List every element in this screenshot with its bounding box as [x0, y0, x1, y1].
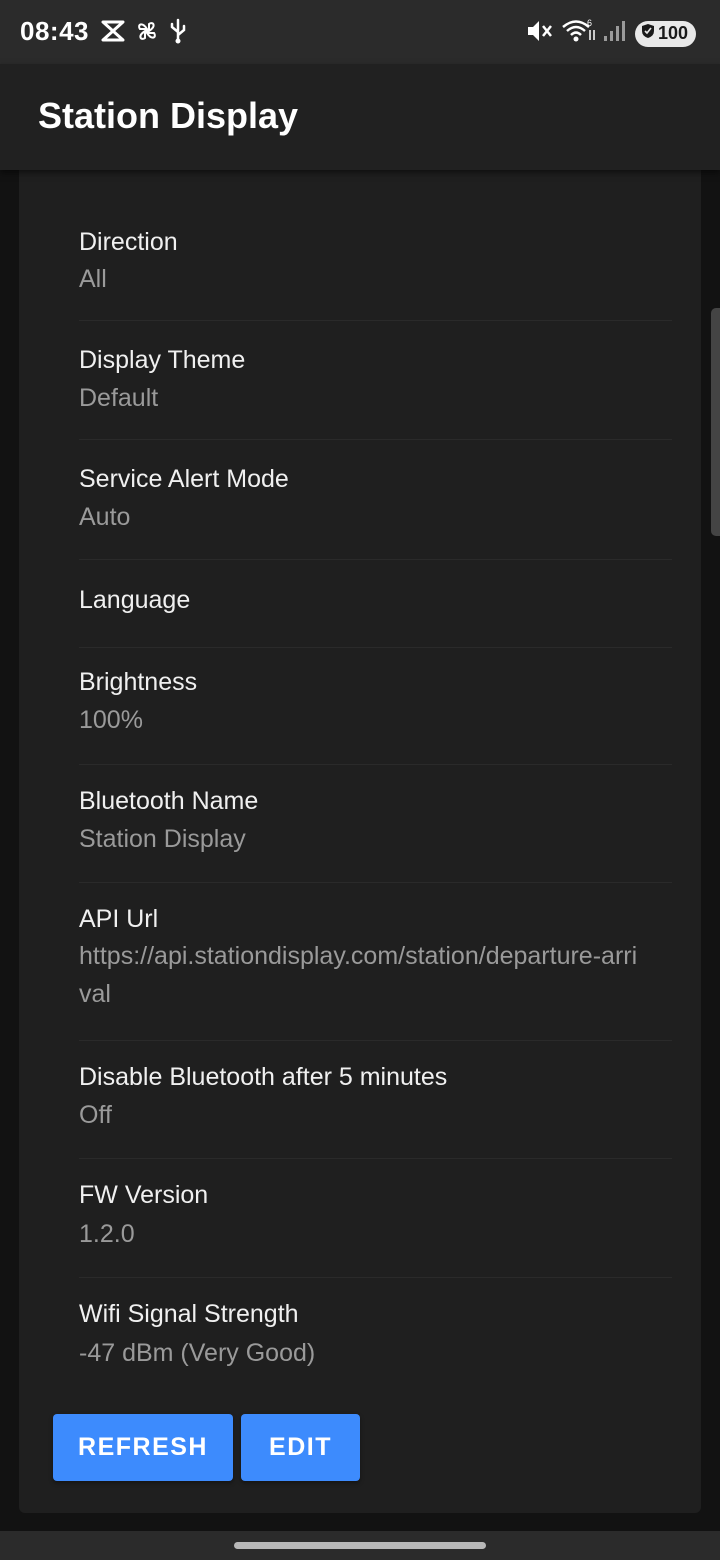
- setting-label: Wifi Signal Strength: [79, 1300, 299, 1328]
- battery-indicator: 100: [634, 20, 696, 47]
- battery-level: 100: [657, 23, 688, 43]
- setting-value: Auto: [79, 503, 131, 531]
- status-right-icons: 6 100: [525, 18, 696, 49]
- setting-value: All: [79, 265, 107, 293]
- setting-label: Brightness: [79, 668, 198, 696]
- mute-icon: [525, 18, 553, 49]
- setting-label: Bluetooth Name: [79, 787, 259, 815]
- setting-value: Off: [79, 1101, 112, 1129]
- navigation-bar: [0, 1531, 720, 1560]
- setting-value: -47 dBm (Very Good): [79, 1339, 316, 1367]
- setting-label: API Url: [79, 905, 159, 933]
- setting-fw-version[interactable]: FW Version 1.2.0: [79, 1159, 672, 1278]
- setting-service-alert-mode[interactable]: Service Alert Mode Auto: [79, 440, 672, 560]
- settings-list: Direction All Display Theme Default Serv…: [79, 198, 672, 1388]
- settings-card: Direction All Display Theme Default Serv…: [19, 160, 701, 1513]
- setting-label: Service Alert Mode: [79, 465, 289, 493]
- screen: 08:43 6 100 Station Display Direction Al…: [0, 0, 720, 1560]
- setting-display-theme[interactable]: Display Theme Default: [79, 321, 672, 440]
- cut-icon: [100, 18, 126, 49]
- setting-direction[interactable]: Direction All: [79, 198, 672, 321]
- scrollbar[interactable]: [711, 308, 720, 536]
- setting-value: Station Display: [79, 825, 246, 853]
- status-bar: 08:43 6 100: [0, 0, 720, 64]
- setting-bluetooth-name[interactable]: Bluetooth Name Station Display: [79, 765, 672, 883]
- edit-button[interactable]: EDIT: [241, 1414, 360, 1481]
- home-indicator[interactable]: [234, 1542, 486, 1549]
- setting-disable-bluetooth[interactable]: Disable Bluetooth after 5 minutes Off: [79, 1041, 672, 1159]
- signal-icon: [603, 18, 627, 49]
- setting-brightness[interactable]: Brightness 100%: [79, 648, 672, 765]
- status-left-icons: [100, 18, 188, 49]
- svg-text:6: 6: [587, 18, 592, 28]
- setting-wifi-signal-strength[interactable]: Wifi Signal Strength -47 dBm (Very Good): [79, 1278, 672, 1388]
- battery-icon: [641, 23, 655, 44]
- action-buttons: REFRESH EDIT: [53, 1414, 360, 1481]
- setting-value: 100%: [79, 706, 143, 734]
- usb-icon: [168, 18, 188, 49]
- setting-api-url[interactable]: API Url https://api.stationdisplay.com/s…: [79, 883, 672, 1041]
- setting-value: 1.2.0: [79, 1220, 135, 1248]
- fan-icon: [134, 18, 160, 49]
- setting-language[interactable]: Language: [79, 560, 672, 648]
- setting-label: FW Version: [79, 1181, 209, 1209]
- app-bar: Station Display: [0, 64, 720, 170]
- page-title: Station Display: [38, 95, 299, 136]
- setting-value: https://api.stationdisplay.com/station/d…: [79, 942, 638, 1008]
- setting-label: Language: [79, 586, 191, 614]
- setting-label: Direction: [79, 228, 178, 256]
- refresh-button[interactable]: REFRESH: [53, 1414, 233, 1481]
- wifi-icon: 6: [561, 18, 595, 49]
- setting-label: Display Theme: [79, 346, 246, 374]
- setting-value: Default: [79, 384, 159, 412]
- setting-label: Disable Bluetooth after 5 minutes: [79, 1063, 448, 1091]
- status-time: 08:43: [20, 16, 89, 46]
